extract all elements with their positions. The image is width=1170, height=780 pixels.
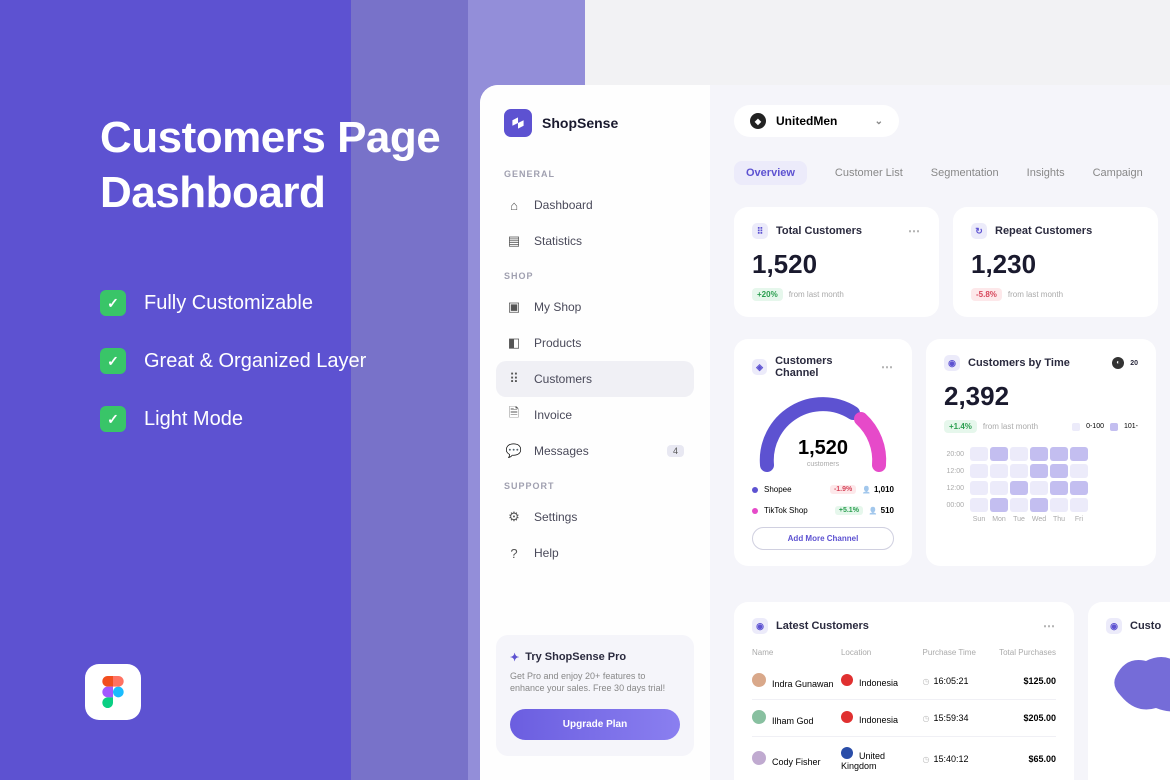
invoice-icon: 🗎 [506,407,522,423]
card-customers-by-time: ◉ Customers by Time ◐20 2,392 +1.4% from… [926,339,1156,566]
channel-icon: ◈ [752,359,767,375]
store-icon: ◆ [750,113,766,129]
user-icon: ◉ [752,618,768,634]
feature-item: ✓Fully Customizable [100,290,480,316]
repeat-icon: ↻ [971,223,987,239]
tab-insights[interactable]: Insights [1027,161,1065,185]
sidebar-item-invoice[interactable]: 🗎Invoice [496,397,694,433]
sidebar-item-messages[interactable]: 💬Messages4 [496,433,694,469]
channel-row: TikTok Shop+5.1%👤510 [752,506,894,515]
map-icon [1106,646,1170,726]
gauge-chart: 1,520 customers [753,393,893,473]
store-name: UnitedMen [776,114,837,128]
chart-icon: ▤ [506,233,522,249]
star-icon: ✦ [510,651,519,664]
more-icon[interactable]: ⋯ [908,224,921,238]
box-icon: ◧ [506,335,522,351]
pro-title: ✦Try ShopSense Pro [510,651,680,664]
brand-logo-icon [504,109,532,137]
user-icon: 👤 [862,486,871,494]
pro-card: ✦Try ShopSense Pro Get Pro and enjoy 20+… [496,635,694,756]
sidebar-section-general: GENERAL [496,157,694,187]
sidebar-item-products[interactable]: ◧Products [496,325,694,361]
table-header: Name Location Purchase Time Total Purcha… [752,648,1056,657]
chat-icon: 💬 [506,443,522,459]
table-row[interactable]: Ilham God Indonesia ◷15:59:34 $205.00 [752,699,1056,736]
check-icon: ✓ [100,406,126,432]
home-icon: ⌂ [506,197,522,213]
more-icon[interactable]: ⋯ [1043,619,1056,633]
clock-icon: ◉ [944,355,960,371]
sidebar-item-dashboard[interactable]: ⌂Dashboard [496,187,694,223]
promo-title: Customers Page Dashboard [100,110,480,220]
tab-segmentation[interactable]: Segmentation [931,161,999,185]
sidebar-item-settings[interactable]: ⚙Settings [496,499,694,535]
sidebar-item-statistics[interactable]: ▤Statistics [496,223,694,259]
card-customers-channel: ◈Customers Channel⋯ 1,520 customers Shop… [734,339,912,566]
stat-value: 1,520 [752,249,921,280]
sidebar-section-shop: SHOP [496,259,694,289]
app-window: ShopSense GENERAL ⌂Dashboard ▤Statistics… [480,85,1170,780]
messages-badge: 4 [667,445,684,457]
table-row[interactable]: Indra Gunawan Indonesia ◷16:05:21 $125.0… [752,663,1056,699]
sidebar-section-support: SUPPORT [496,469,694,499]
help-icon: ? [506,545,522,561]
chevron-down-icon: ⌄ [875,116,883,127]
sidebar-item-customers[interactable]: ⠿Customers [496,361,694,397]
people-icon: ⠿ [752,223,768,239]
sidebar: ShopSense GENERAL ⌂Dashboard ▤Statistics… [480,85,710,780]
delta-badge: +1.4% [944,420,977,433]
globe-icon: ◉ [1106,618,1122,634]
promo-features: ✓Fully Customizable ✓Great & Organized L… [100,290,480,432]
dot-icon [752,487,758,493]
dot-icon [752,508,758,514]
pro-desc: Get Pro and enjoy 20+ features to enhanc… [510,670,680,695]
main-content: ◆ UnitedMen ⌄ Overview Customer List Seg… [710,85,1170,780]
card-latest-customers: ◉Latest Customers⋯ Name Location Purchas… [734,602,1074,780]
store-select[interactable]: ◆ UnitedMen ⌄ [734,105,899,137]
table-row[interactable]: Cody Fisher United Kingdom ◷15:40:12 $65… [752,736,1056,780]
upgrade-button[interactable]: Upgrade Plan [510,709,680,740]
sidebar-item-myshop[interactable]: ▣My Shop [496,289,694,325]
heatmap-legend: 0-100 101- [1072,423,1138,431]
feature-item: ✓Light Mode [100,406,480,432]
figma-icon [102,676,124,708]
card-total-customers: ⠿Total Customers⋯ 1,520 +20%from last mo… [734,207,939,317]
channel-row: Shopee-1.9%👤1,010 [752,485,894,494]
stat-value: 1,230 [971,249,1140,280]
people-icon: ⠿ [506,371,522,387]
more-icon[interactable]: ⋯ [881,360,894,374]
check-icon: ✓ [100,348,126,374]
heatmap: 20:0012:0012:0000:00SunMonTueWedThuFri [944,447,1138,523]
check-icon: ✓ [100,290,126,316]
gear-icon: ⚙ [506,509,522,525]
card-customers-map: ◉Custo [1088,602,1170,780]
tab-overview[interactable]: Overview [734,161,807,185]
delta-badge: +20% [752,288,783,301]
brand-name: ShopSense [542,115,618,131]
user-icon: 👤 [869,507,878,515]
time-icon-badge: ◐20 [1112,357,1138,369]
feature-item: ✓Great & Organized Layer [100,348,480,374]
card-repeat-customers: ↻Repeat Customers 1,230 -5.8%from last m… [953,207,1158,317]
tabs: Overview Customer List Segmentation Insi… [734,161,1170,185]
tab-campaign[interactable]: Campaign [1093,161,1143,185]
shop-icon: ▣ [506,299,522,315]
figma-badge [85,664,141,720]
brand[interactable]: ShopSense [496,109,694,157]
add-channel-button[interactable]: Add More Channel [752,527,894,550]
promo-panel: Customers Page Dashboard ✓Fully Customiz… [0,0,480,780]
delta-badge: -5.8% [971,288,1002,301]
sidebar-item-help[interactable]: ?Help [496,535,694,571]
stat-value: 2,392 [944,381,1138,412]
tab-customer-list[interactable]: Customer List [835,161,903,185]
